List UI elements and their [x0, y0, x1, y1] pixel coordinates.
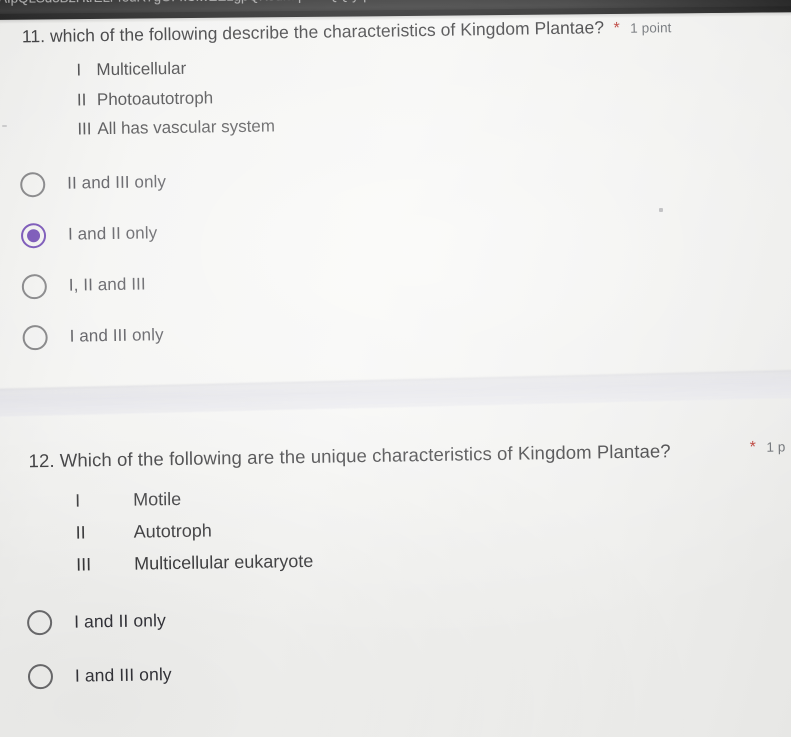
question-12-meta: * 1 p	[746, 438, 786, 457]
question-12-header: 12. Which of the following are the uniqu…	[2, 429, 791, 481]
statement-text: Multicellular	[96, 58, 187, 80]
points-label-12: 1 p	[766, 439, 786, 455]
question-12-statements: I Motile II Autotroph III Multicellular …	[49, 473, 791, 581]
statement-numeral: I	[75, 490, 81, 511]
radio-option-label: I and III only	[74, 663, 172, 686]
question-11-statements: I Multicellular II Photoautotroph III Al…	[44, 44, 788, 144]
radio-button-icon[interactable]	[22, 324, 48, 350]
radio-button-icon[interactable]	[27, 663, 54, 689]
question-11-title: 11. which of the following describe the …	[21, 17, 605, 47]
radio-button-icon[interactable]	[21, 273, 48, 299]
photo-speck	[2, 125, 7, 127]
radio-option-label: I, II and III	[68, 274, 146, 295]
google-form-body: 11. which of the following describe the …	[0, 0, 791, 737]
question-card-11: 11. which of the following describe the …	[0, 9, 791, 363]
statement-text: Motile	[133, 488, 182, 510]
statement-text: Photoautotroph	[96, 87, 214, 109]
radio-option-label: I and II only	[67, 223, 158, 244]
photo-of-screen: AIpQLSd3B2HtrELr4euR7gOFkCiwEE1gpQK3dIaq…	[0, 0, 791, 737]
statement-text: Autotroph	[133, 520, 212, 542]
points-label-11: 1 point	[630, 20, 672, 36]
question-12-options: I and II only I and III only	[5, 583, 791, 703]
statement-text: All has vascular system	[97, 116, 276, 139]
radio-option-label: I and III only	[69, 325, 164, 346]
photo-speck	[659, 208, 663, 212]
radio-option-label: I and II only	[73, 609, 167, 632]
statement-numeral: III	[76, 554, 92, 575]
required-asterisk-12: *	[749, 438, 757, 456]
required-asterisk-11: *	[613, 19, 620, 38]
radio-button-icon[interactable]	[20, 171, 46, 197]
statement-text: Multicellular eukaryote	[134, 550, 314, 574]
question-12-title: 12. Which of the following are the uniqu…	[28, 440, 671, 472]
radio-option-label: II and III only	[67, 172, 167, 193]
statement-numeral: III	[77, 119, 92, 139]
question-11-options: II and III only I and II only I, II and …	[0, 147, 791, 363]
statement-numeral: II	[76, 89, 87, 109]
statement-numeral: II	[75, 522, 86, 543]
statement-numeral: I	[76, 60, 82, 80]
question-card-12: 12. Which of the following are the uniqu…	[2, 429, 791, 703]
radio-button-icon[interactable]	[26, 609, 53, 635]
radio-option-12-2[interactable]: I and III only	[6, 637, 791, 703]
radio-button-selected-icon[interactable]	[20, 222, 47, 248]
